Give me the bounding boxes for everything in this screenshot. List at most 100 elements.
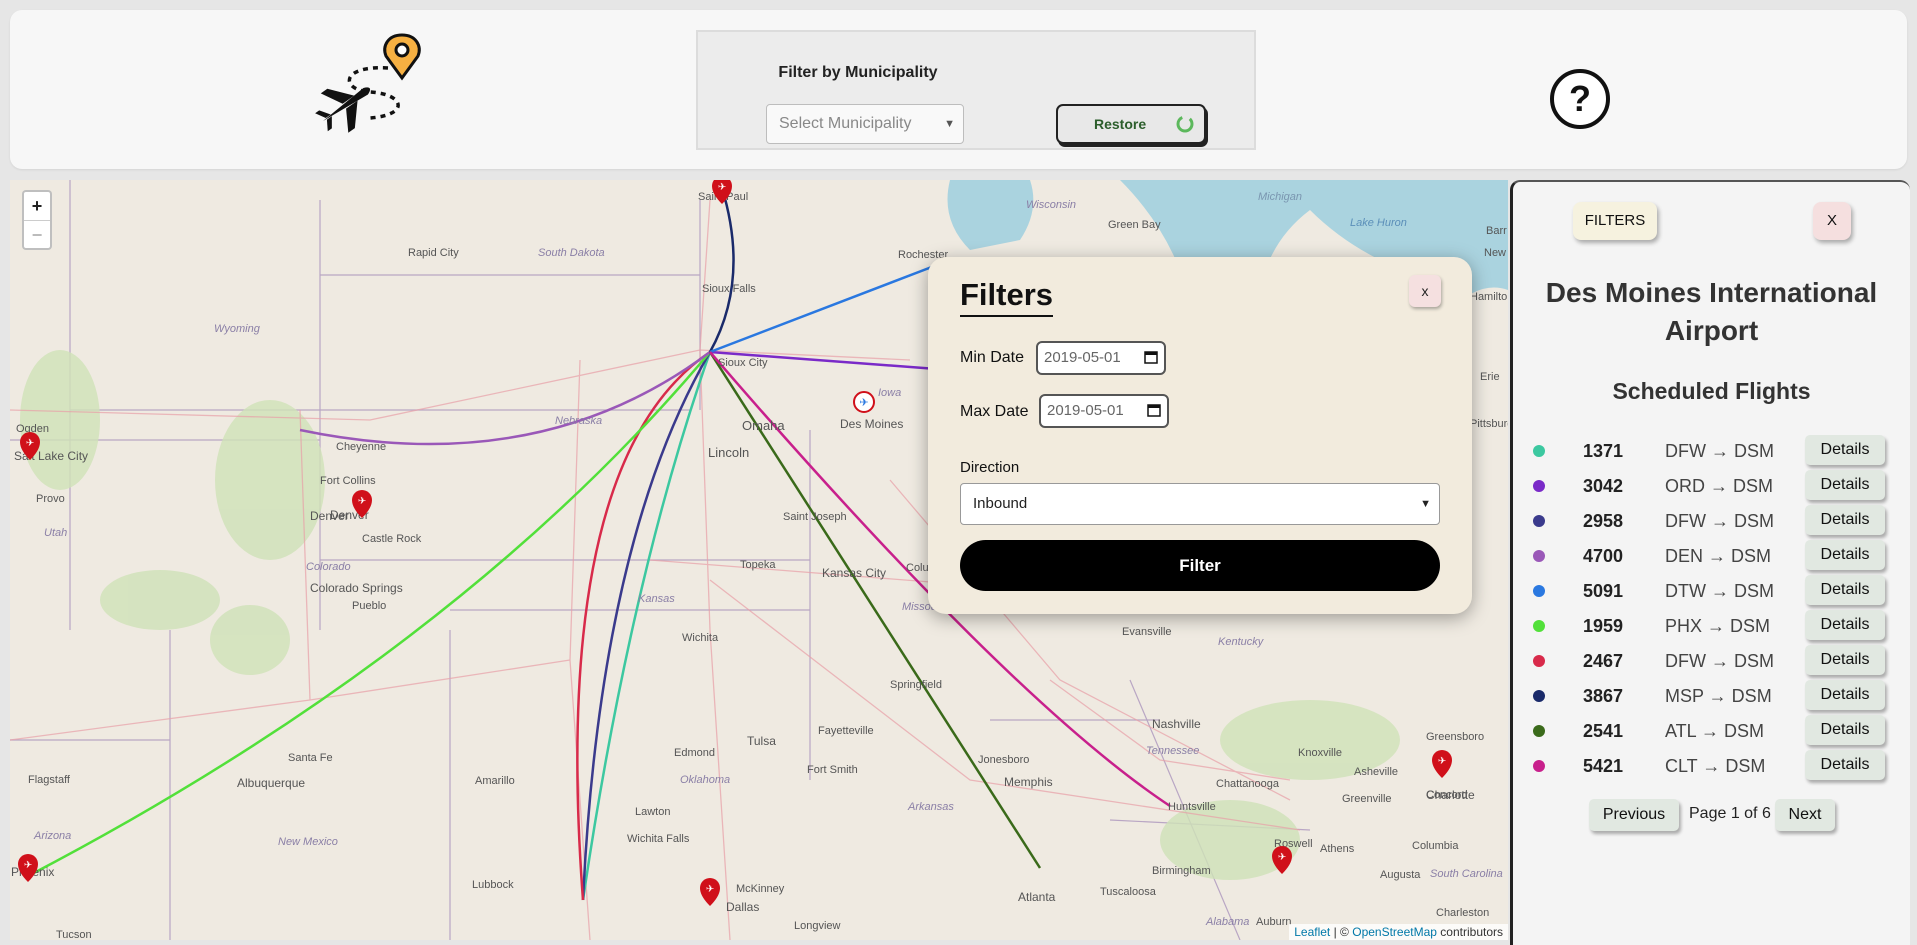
svg-text:✈: ✈ — [718, 182, 726, 193]
marker-clt: ✈ — [1432, 750, 1452, 778]
filters-modal-close-button[interactable]: x — [1409, 275, 1441, 307]
label-arizona: Arizona — [33, 830, 71, 842]
label-lincoln: Lincoln — [708, 445, 749, 460]
flight-route: DFW → DSM — [1665, 511, 1774, 531]
label-amarillo: Amarillo — [475, 775, 515, 787]
help-question-icon[interactable]: ? — [1549, 68, 1611, 130]
filter-by-municipality-label: Filter by Municipality — [778, 64, 938, 81]
flight-details-button[interactable]: Details — [1805, 680, 1885, 710]
filter-submit-button[interactable]: Filter — [960, 540, 1440, 591]
open-filters-button[interactable]: FILTERS — [1573, 202, 1657, 240]
next-page-button[interactable]: Next — [1775, 799, 1835, 831]
restore-button-label: Restore — [1094, 116, 1147, 132]
label-castle-rock: Castle Rock — [362, 533, 422, 545]
label-greenville: Greenville — [1342, 793, 1392, 805]
min-date-input[interactable]: 2019-05-01 — [1036, 341, 1166, 375]
zoom-in-button[interactable]: + — [24, 192, 50, 220]
label-hamilton: Hamilton — [1470, 291, 1508, 303]
page-info: Page 1 of 6 — [1689, 805, 1771, 822]
label-memphis: Memphis — [1004, 775, 1053, 789]
label-kentucky: Kentucky — [1218, 636, 1265, 648]
label-augusta: Augusta — [1380, 869, 1421, 881]
municipality-select[interactable]: Select Municipality ▼ — [766, 104, 964, 144]
chevron-down-icon: ▼ — [944, 118, 955, 130]
attribution-suffix: contributors — [1440, 925, 1503, 939]
flight-details-button[interactable]: Details — [1805, 645, 1885, 675]
label-kansas: Kansas — [638, 593, 675, 605]
map-attribution: Leaflet | © OpenStreetMap contributors — [1289, 924, 1508, 940]
scheduled-flights-title: Scheduled Flights — [1612, 378, 1811, 404]
close-panel-button[interactable]: X — [1813, 202, 1851, 240]
flight-number: 4700 — [1583, 546, 1624, 566]
label-sioux-falls: Sioux Falls — [702, 283, 756, 295]
max-date-label: Max Date — [960, 403, 1029, 420]
flight-details-button[interactable]: Details — [1805, 575, 1885, 605]
svg-text:✈: ✈ — [358, 496, 366, 507]
flight-number: 2958 — [1583, 511, 1624, 531]
restore-button[interactable]: Restore — [1056, 104, 1206, 144]
flight-details-button[interactable]: Details — [1805, 435, 1885, 465]
label-tuscaloosa: Tuscaloosa — [1100, 886, 1157, 898]
label-iowa: Iowa — [878, 387, 901, 399]
label-new-mexico: New Mexico — [278, 836, 338, 848]
marker-dsm-selected: ✈ — [853, 391, 875, 413]
label-new: New — [1484, 247, 1506, 259]
marker-dfw: ✈ — [700, 878, 720, 906]
min-date-label: Min Date — [960, 349, 1025, 366]
flight-route: DFW → DSM — [1665, 651, 1774, 671]
label-birmingham: Birmingham — [1152, 865, 1211, 877]
flight-row: 3042 ORD → DSM Details — [1513, 470, 1910, 505]
label-knoxville: Knoxville — [1298, 747, 1342, 759]
label-charlotte: Charlotte — [1426, 788, 1475, 802]
flight-details-button[interactable]: Details — [1805, 540, 1885, 570]
airport-side-panel: FILTERS X Des Moines International Airpo… — [1510, 180, 1910, 945]
flight-details-button[interactable]: Details — [1805, 715, 1885, 745]
zoom-out-button[interactable]: − — [24, 220, 50, 249]
label-colorado: Colorado — [306, 561, 351, 573]
flight-row: 1959 PHX → DSM Details — [1513, 610, 1910, 645]
label-pueblo: Pueblo — [352, 600, 386, 612]
calendar-icon[interactable] — [1144, 350, 1158, 364]
label-mckinney: McKinney — [736, 883, 785, 895]
openstreetmap-link[interactable]: OpenStreetMap — [1352, 925, 1437, 939]
label-flagstaff: Flagstaff — [28, 774, 71, 786]
flight-number: 3042 — [1583, 476, 1624, 496]
municipality-select-value: Select Municipality — [779, 115, 912, 132]
label-saint-joseph: Saint Joseph — [783, 511, 847, 523]
svg-text:✈: ✈ — [706, 884, 714, 895]
flight-row: 2958 DFW → DSM Details — [1513, 505, 1910, 540]
flight-row: 2541 ATL → DSM Details — [1513, 715, 1910, 750]
flight-details-button[interactable]: Details — [1805, 505, 1885, 535]
leaflet-link[interactable]: Leaflet — [1294, 925, 1330, 939]
flight-row: 2467 DFW → DSM Details — [1513, 645, 1910, 680]
flight-details-button[interactable]: Details — [1805, 470, 1885, 500]
label-pittsburgh: Pittsburgh — [1470, 418, 1508, 430]
label-south-dakota: South Dakota — [538, 247, 605, 259]
label-lubbock: Lubbock — [472, 879, 514, 891]
help-symbol: ? — [1569, 78, 1591, 119]
label-jonesboro: Jonesboro — [978, 754, 1029, 766]
route-color-dot — [1533, 480, 1545, 492]
label-provo: Provo — [36, 493, 65, 505]
flight-details-button[interactable]: Details — [1805, 610, 1885, 640]
label-des-moines: Des Moines — [840, 417, 903, 431]
route-color-dot — [1533, 550, 1545, 562]
min-date-value: 2019-05-01 — [1044, 349, 1121, 366]
label-wichita: Wichita — [682, 632, 719, 644]
label-tennessee: Tennessee — [1146, 745, 1199, 757]
flight-row: 5421 CLT → DSM Details — [1513, 750, 1910, 785]
direction-select[interactable]: Inbound ▼ — [960, 483, 1440, 525]
previous-page-button[interactable]: Previous — [1589, 799, 1679, 831]
max-date-input[interactable]: 2019-05-01 — [1039, 394, 1169, 428]
label-wisconsin: Wisconsin — [1026, 199, 1076, 211]
label-fayetteville: Fayetteville — [818, 725, 874, 737]
calendar-icon[interactable] — [1147, 403, 1161, 417]
flight-details-button[interactable]: Details — [1805, 750, 1885, 780]
flight-route: CLT → DSM — [1665, 756, 1766, 776]
flight-route: MSP → DSM — [1665, 686, 1772, 706]
label-athens: Athens — [1320, 843, 1355, 855]
label-wichita-falls: Wichita Falls — [627, 833, 690, 845]
label-rapid-city: Rapid City — [408, 247, 459, 259]
plane-route-logo-icon — [315, 33, 421, 133]
route-color-dot — [1533, 620, 1545, 632]
